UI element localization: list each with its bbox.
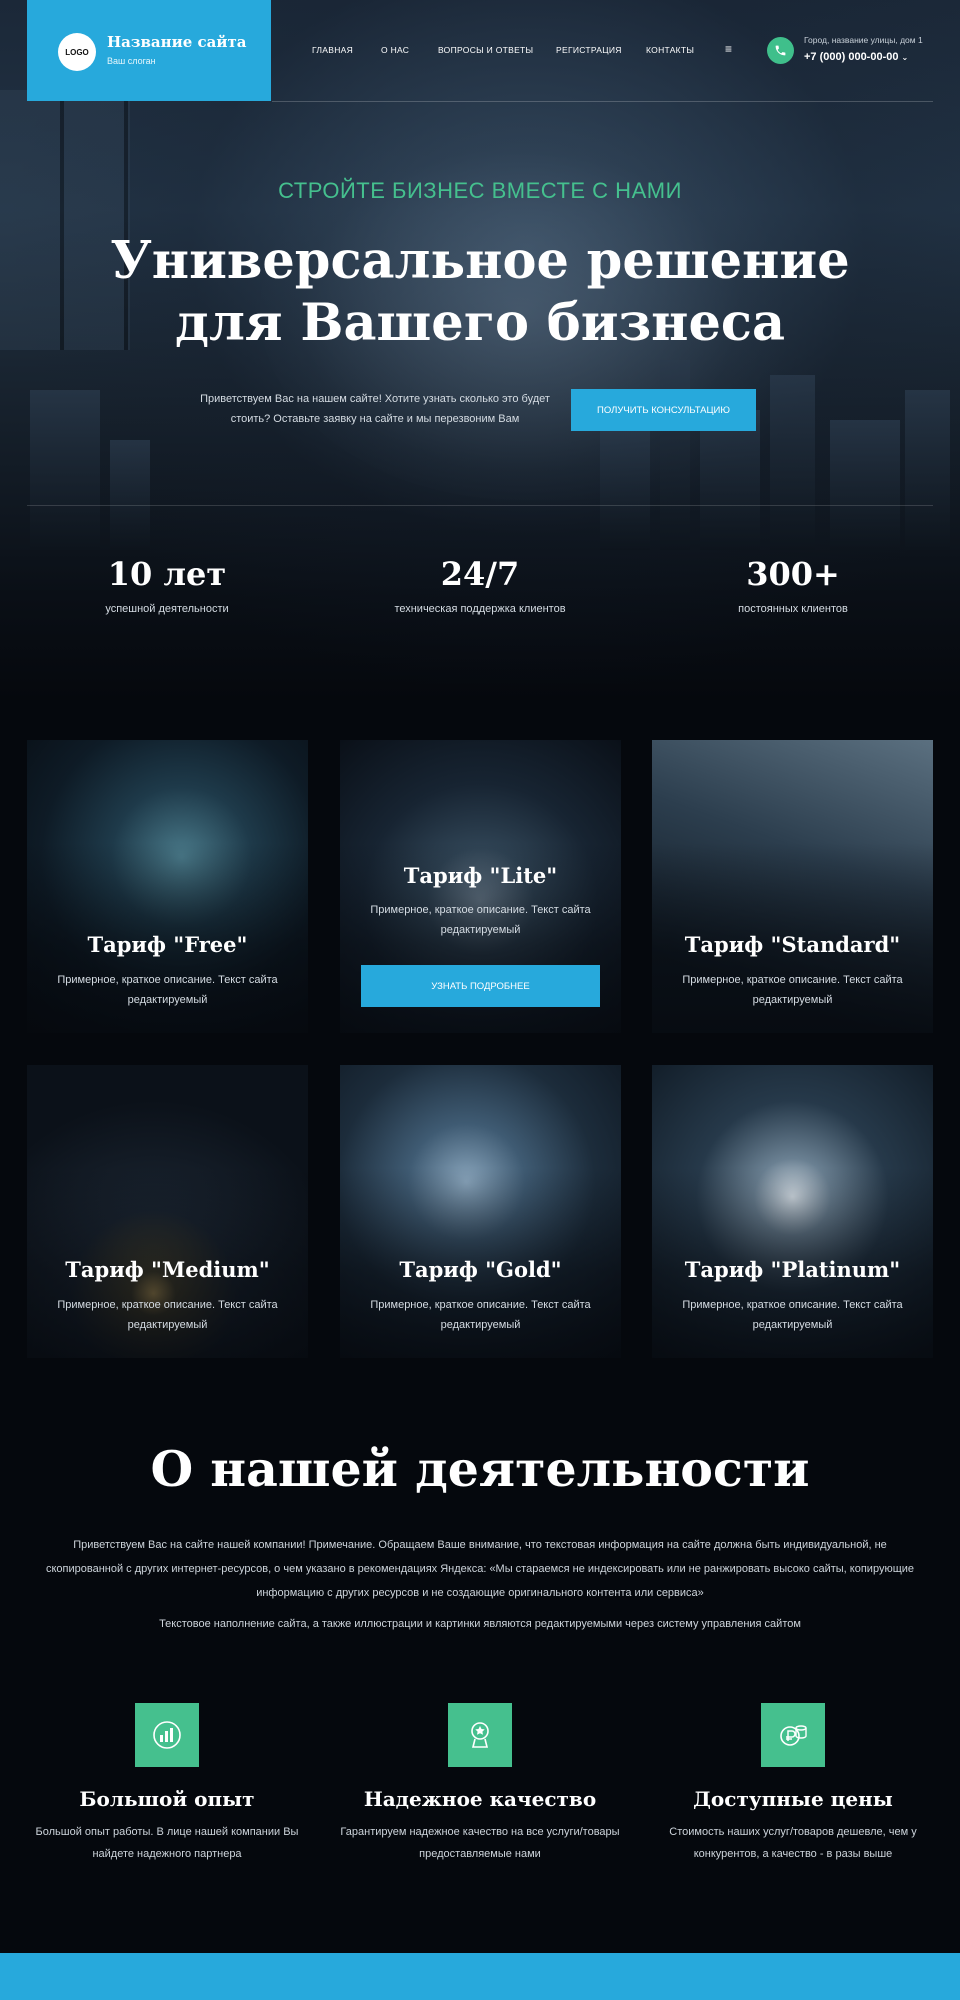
nav-item-faq[interactable]: ВОПРОСЫ И ОТВЕТЫ — [438, 45, 533, 55]
stat-number: 10 лет — [107, 555, 227, 593]
feature-item: Доступные цены Стоимость наших услуг/тов… — [643, 1703, 943, 1865]
tariff-card-free[interactable]: Тариф "Free" Примерное, краткое описание… — [27, 740, 308, 1033]
skyline-building — [700, 410, 760, 550]
feature-item: Большой опыт Большой опыт работы. В лице… — [17, 1703, 317, 1865]
menu-icon[interactable]: ≡ — [725, 42, 732, 56]
learn-more-button[interactable]: УЗНАТЬ ПОДРОБНЕЕ — [361, 965, 600, 1007]
logo-block[interactable]: LOGO Название сайта Ваш слоган — [27, 0, 271, 101]
about-paragraph: Приветствуем Вас на сайте нашей компании… — [45, 1539, 915, 1599]
skyline-building — [830, 420, 900, 550]
feature-description: Гарантируем надежное качество на все усл… — [340, 1826, 620, 1860]
feature-description: Большой опыт работы. В лице нашей компан… — [35, 1826, 299, 1860]
logo: LOGO — [58, 33, 96, 71]
award-icon — [448, 1703, 512, 1767]
card-description: Примерное, краткое описание. Текст сайта… — [682, 974, 903, 1006]
skyline-building — [770, 375, 815, 550]
feature-title: Надежное качество — [363, 1787, 597, 1811]
site-name: Название сайта — [107, 33, 247, 51]
hero-title-line: для Вашего бизнеса — [174, 293, 786, 353]
stat-item: 300+ постоянных клиентов — [643, 555, 943, 615]
stat-label: постоянных клиентов — [738, 603, 848, 615]
card-title: Тариф "Gold" — [399, 1257, 562, 1282]
about-paragraph: Текстовое наполнение сайта, а также иллю… — [159, 1618, 801, 1630]
hero-text: Приветствуем Вас на нашем сайте! Хотите … — [200, 393, 550, 425]
feature-description: Стоимость наших услуг/товаров дешевле, ч… — [669, 1826, 917, 1860]
card-description: Примерное, краткое описание. Текст сайта… — [370, 1299, 591, 1331]
hero-divider — [27, 505, 933, 506]
tariff-card-platinum[interactable]: Тариф "Platinum" Примерное, краткое опис… — [652, 1065, 933, 1358]
card-title: Тариф "Standard" — [684, 932, 901, 957]
header-phone[interactable]: +7 (000) 000-00-00 ⌄ — [804, 51, 908, 63]
stat-number: 24/7 — [440, 555, 520, 593]
tariff-card-medium[interactable]: Тариф "Medium" Примерное, краткое описан… — [27, 1065, 308, 1358]
skyline-building — [600, 430, 650, 550]
tariff-card-gold[interactable]: Тариф "Gold" Примерное, краткое описание… — [340, 1065, 621, 1358]
chevron-down-icon: ⌄ — [901, 53, 909, 62]
header-divider — [272, 101, 933, 102]
header-phone-number: +7 (000) 000-00-00 — [804, 51, 899, 63]
hero-kicker: СТРОЙТЕ БИЗНЕС ВМЕСТЕ С НАМИ — [278, 178, 682, 203]
about-title: О нашей деятельности — [150, 1440, 810, 1498]
nav-item-home[interactable]: ГЛАВНАЯ — [312, 45, 353, 55]
card-description: Примерное, краткое описание. Текст сайта… — [370, 904, 591, 936]
stat-number: 300+ — [746, 555, 840, 593]
stat-label: техническая поддержка клиентов — [394, 603, 566, 615]
stat-item: 10 лет успешной деятельности — [17, 555, 317, 615]
card-title: Тариф "Lite" — [403, 863, 558, 888]
card-description: Примерное, краткое описание. Текст сайта… — [682, 1299, 903, 1331]
card-title: Тариф "Free" — [87, 932, 248, 957]
skyline-building — [110, 440, 150, 550]
phone-icon[interactable] — [767, 37, 794, 64]
feature-title: Большой опыт — [79, 1787, 255, 1811]
card-description: Примерное, краткое описание. Текст сайта… — [57, 974, 278, 1006]
growth-chart-icon — [135, 1703, 199, 1767]
header-address: Город, название улицы, дом 1 — [804, 35, 923, 45]
footer-band — [0, 1953, 960, 2000]
feature-title: Доступные цены — [693, 1787, 893, 1811]
card-description: Примерное, краткое описание. Текст сайта… — [57, 1299, 278, 1331]
skyline-building — [905, 390, 950, 550]
nav-item-contacts[interactable]: КОНТАКТЫ — [646, 45, 694, 55]
skyline-building — [30, 390, 100, 550]
nav-item-about[interactable]: О НАС — [381, 45, 409, 55]
site-slogan: Ваш слоган — [107, 56, 156, 66]
stat-item: 24/7 техническая поддержка клиентов — [330, 555, 630, 615]
card-title: Тариф "Platinum" — [684, 1257, 901, 1282]
card-title: Тариф "Medium" — [65, 1257, 270, 1282]
stat-label: успешной деятельности — [105, 603, 229, 615]
tariff-card-lite[interactable]: Тариф "Lite" Примерное, краткое описание… — [340, 740, 621, 1033]
ruble-coins-icon — [761, 1703, 825, 1767]
feature-item: Надежное качество Гарантируем надежное к… — [330, 1703, 630, 1865]
tariff-card-standard[interactable]: Тариф "Standard" Примерное, краткое опис… — [652, 740, 933, 1033]
get-consultation-button[interactable]: ПОЛУЧИТЬ КОНСУЛЬТАЦИЮ — [571, 389, 756, 431]
nav-item-registration[interactable]: РЕГИСТРАЦИЯ — [556, 45, 622, 55]
hero-title-line: Универсальное решение — [110, 231, 850, 291]
hero-title: Универсальное решение для Вашего бизнеса — [0, 230, 960, 354]
